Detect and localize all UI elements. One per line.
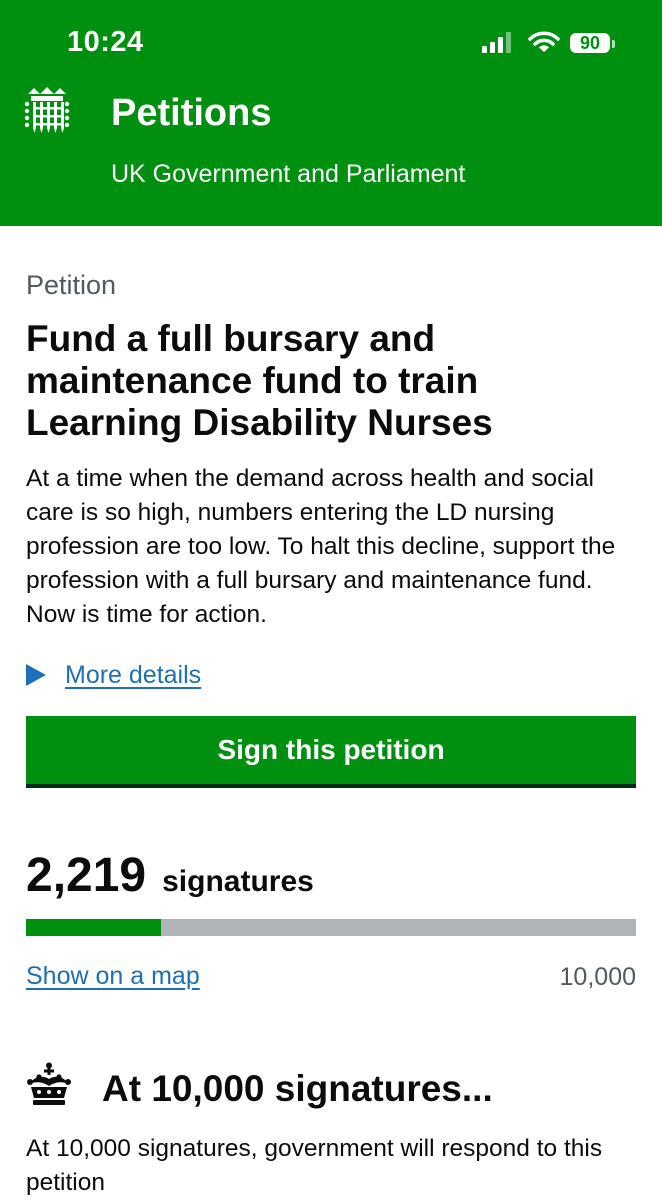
more-details-link[interactable]: More details [65,661,201,690]
milestone-heading: At 10,000 signatures... [102,1068,493,1109]
signature-progress-bar [26,919,636,936]
crown-icon [27,1062,71,1105]
signature-count-label: signatures [162,865,314,898]
wifi-icon [528,31,560,52]
sign-petition-button[interactable]: Sign this petition [26,716,636,784]
signature-count: 2,219 signatures [26,848,314,903]
signature-progress-fill [26,919,162,936]
battery-icon: 90 [570,33,610,53]
site-subtitle: UK Government and Parliament [111,160,466,188]
site-title[interactable]: Petitions [111,92,271,135]
signature-threshold: 10,000 [559,963,636,991]
site-header: 10:24 90 Petitions UK Government and Par… [0,0,662,226]
show-on-map-link[interactable]: Show on a map [26,962,200,991]
signature-count-number: 2,219 [26,849,147,902]
petition-description: At a time when the demand across health … [26,465,616,628]
disclosure-triangle-icon [26,664,46,686]
more-details-toggle[interactable]: More details [26,658,201,692]
status-icons: 90 [482,30,622,60]
petition-title: Fund a full bursary and maintenance fund… [26,318,493,443]
battery-tip [612,40,615,48]
cellular-signal-icon [482,32,511,53]
portcullis-icon [24,87,70,133]
status-time: 10:24 [67,26,144,58]
petition-caption: Petition [26,270,117,300]
milestone-text: At 10,000 signatures, government will re… [26,1135,603,1196]
